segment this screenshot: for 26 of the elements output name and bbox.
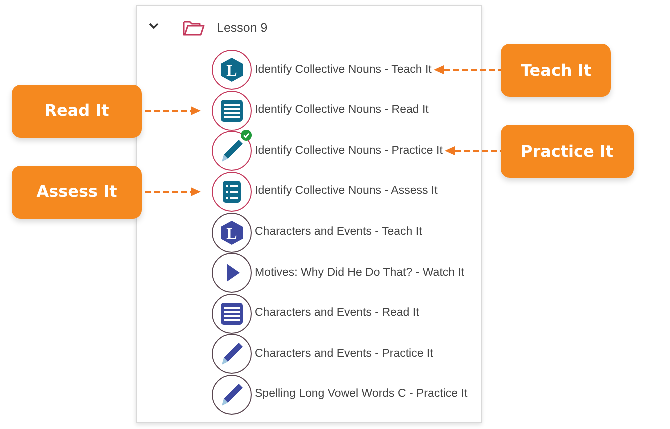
activity-link[interactable]: Characters and Events - Practice It	[255, 346, 434, 364]
arrow	[434, 65, 501, 76]
pencil-icon	[219, 341, 245, 368]
callout-label: Practice It	[501, 125, 634, 178]
arrow	[444, 146, 501, 156]
callout-label: Teach It	[501, 44, 612, 97]
activity-link[interactable]: Identify Collective Nouns - Practice It	[255, 142, 443, 160]
document-icon	[219, 98, 245, 124]
hexagon-icon: L	[219, 220, 245, 246]
arrow	[145, 106, 201, 116]
lesson-title[interactable]: Lesson 9	[217, 18, 268, 38]
pencil-icon	[219, 382, 245, 408]
activity-link[interactable]: Identify Collective Nouns - Teach It	[255, 62, 432, 79]
callout-label: Read It	[12, 84, 142, 138]
callout-label: Assess It	[12, 166, 142, 219]
activity-link[interactable]: Spelling Long Vowel Words C - Practice It	[255, 386, 468, 404]
activity-link[interactable]: Identify Collective Nouns - Read It	[255, 102, 429, 120]
activity-link[interactable]: Characters and Events - Teach It	[255, 224, 422, 242]
activity-link[interactable]: Motives: Why Did He Do That? - Watch It	[255, 264, 465, 282]
hexagon-icon: L	[219, 57, 245, 84]
activity-link[interactable]: Characters and Events - Read It	[255, 305, 420, 322]
folder-icon	[183, 20, 205, 36]
document-icon	[219, 300, 245, 327]
activity-link[interactable]: Identify Collective Nouns - Assess It	[255, 183, 438, 201]
arrow	[145, 186, 201, 197]
pencil-icon	[219, 138, 245, 164]
